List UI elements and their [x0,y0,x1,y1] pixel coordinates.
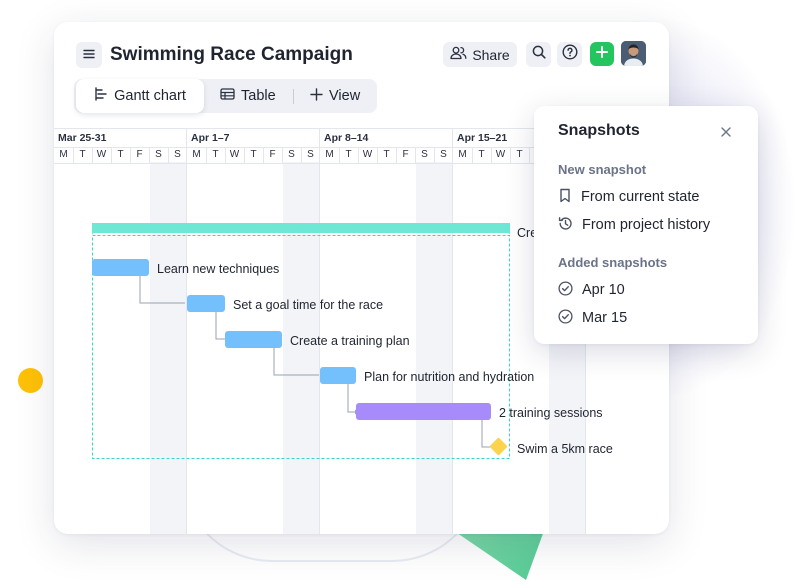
share-button[interactable]: Share [443,42,517,67]
task-bar-highlighted[interactable] [356,403,491,420]
task-label: Learn new techniques [157,262,279,276]
tab-divider [293,89,294,104]
task-bar[interactable] [320,367,356,384]
tab-table[interactable]: Table [220,79,276,113]
gantt-icon [94,87,108,105]
search-icon [532,45,546,64]
close-icon [718,127,734,144]
share-label: Share [472,46,510,63]
tab-label: View [329,88,361,104]
group-bar[interactable] [92,223,510,235]
snapshot-from-project-history[interactable]: From project history [558,214,710,236]
tab-label: Gantt chart [114,88,186,104]
search-button[interactable] [526,42,551,67]
task-bar[interactable] [225,331,282,348]
project-title: Swimming Race Campaign [110,44,353,65]
plus-icon [596,45,608,63]
plus-icon [310,87,323,105]
snapshots-panel: Snapshots New snapshot From current stat… [534,106,758,344]
add-view-button[interactable]: View [310,79,360,113]
new-snapshot-heading: New snapshot [558,162,647,177]
help-circle-icon [561,44,578,65]
task-label: Plan for nutrition and hydration [364,370,534,384]
tab-gantt-chart[interactable]: Gantt chart [76,79,204,113]
task-bar[interactable] [187,295,225,312]
snapshot-entry[interactable]: Apr 10 [558,279,625,301]
added-snapshots-heading: Added snapshots [558,255,668,270]
snapshot-date: Mar 15 [582,310,628,326]
snapshot-option-label: From current state [581,189,700,205]
milestone-label: Swim a 5km race [517,442,613,456]
bookmark-icon [558,188,572,207]
close-button[interactable] [718,124,734,140]
view-switcher: Gantt chart Table View [74,79,377,113]
user-avatar[interactable] [621,41,646,66]
decorative-yellow-dot [18,368,43,393]
menu-button[interactable] [76,42,102,68]
task-label: Set a goal time for the race [233,298,383,312]
task-label: Create a training plan [290,334,410,348]
check-circle-icon [558,280,573,300]
check-circle-icon [558,308,573,328]
tab-label: Table [241,88,276,104]
task-bar[interactable] [92,259,149,276]
help-button[interactable] [557,42,582,67]
add-button[interactable] [590,42,614,66]
milestone-diamond[interactable] [489,437,508,456]
history-icon [558,216,573,235]
task-label: 2 training sessions [499,406,603,420]
snapshot-option-label: From project history [582,217,711,233]
snapshot-date: Apr 10 [582,282,625,298]
hamburger-icon [83,46,95,64]
snapshot-from-current-state[interactable]: From current state [558,186,699,208]
avatar-image [621,41,646,66]
table-icon [220,88,235,104]
users-icon [450,46,467,63]
snapshots-title: Snapshots [558,122,640,139]
snapshot-entry[interactable]: Mar 15 [558,307,627,329]
